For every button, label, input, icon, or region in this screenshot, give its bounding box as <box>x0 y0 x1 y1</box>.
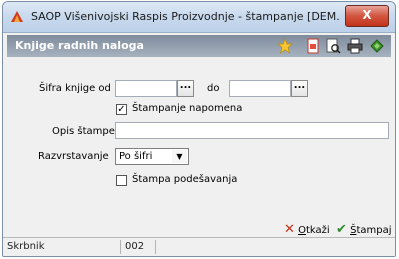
status-bar: Skrbnik 002 <box>3 237 395 256</box>
stampa-podesavanja-label: Štampa podešavanja <box>132 174 238 185</box>
star-icon[interactable] <box>277 38 293 54</box>
checkmark-icon: ✔ <box>336 222 347 237</box>
dialog-window: SAOP Višenivojski Raspis Proizvodnje - š… <box>2 1 396 257</box>
form-header: Knjige radnih naloga <box>7 35 391 57</box>
stampanje-napomena-label: Štampanje napomena <box>132 103 243 114</box>
app-icon <box>11 11 23 22</box>
razvrstavanje-label: Razvrstavanje <box>38 151 109 162</box>
sifra-do-input[interactable] <box>229 80 291 97</box>
sifra-od-label: Šifra knjige od <box>39 83 111 94</box>
form-area: Šifra knjige od ... do ... ✓ Štampanje n… <box>7 57 391 217</box>
cancel-label: tkaži <box>305 225 330 236</box>
opis-stampe-input[interactable] <box>115 122 389 139</box>
status-code: 002 <box>121 240 156 254</box>
cancel-label-hotkey: O <box>298 225 306 236</box>
opis-stampe-label: Opis štampe <box>52 126 115 137</box>
window-title: SAOP Višenivojski Raspis Proizvodnje - š… <box>31 10 339 23</box>
sifra-do-lookup-button[interactable]: ... <box>291 80 308 97</box>
status-user: Skrbnik <box>3 240 121 254</box>
export-icon[interactable] <box>369 38 385 54</box>
razvrstavanje-select[interactable]: Po šifri ▼ <box>115 148 189 165</box>
form-title: Knjige radnih naloga <box>15 39 144 52</box>
sifra-od-input[interactable] <box>115 80 177 97</box>
stampa-podesavanja-checkbox[interactable] <box>116 175 127 186</box>
title-bar[interactable]: SAOP Višenivojski Raspis Proizvodnje - š… <box>3 2 395 33</box>
sifra-od-lookup-button[interactable]: ... <box>177 80 194 97</box>
pdf-icon[interactable] <box>305 38 321 54</box>
stampanje-napomena-checkbox[interactable]: ✓ <box>116 104 127 115</box>
printer-icon[interactable] <box>347 38 363 54</box>
cancel-icon: ✕ <box>284 222 295 237</box>
razvrstavanje-value: Po šifri <box>119 151 153 162</box>
print-label: tampaj <box>356 225 392 236</box>
close-button[interactable]: X <box>345 5 389 27</box>
print-button[interactable]: ✔ Štampaj <box>336 222 392 237</box>
chevron-down-icon[interactable]: ▼ <box>172 150 187 163</box>
sifra-do-label: do <box>207 83 220 94</box>
print-preview-icon[interactable] <box>325 38 341 54</box>
cancel-button[interactable]: ✕ Otkaži <box>284 222 330 237</box>
